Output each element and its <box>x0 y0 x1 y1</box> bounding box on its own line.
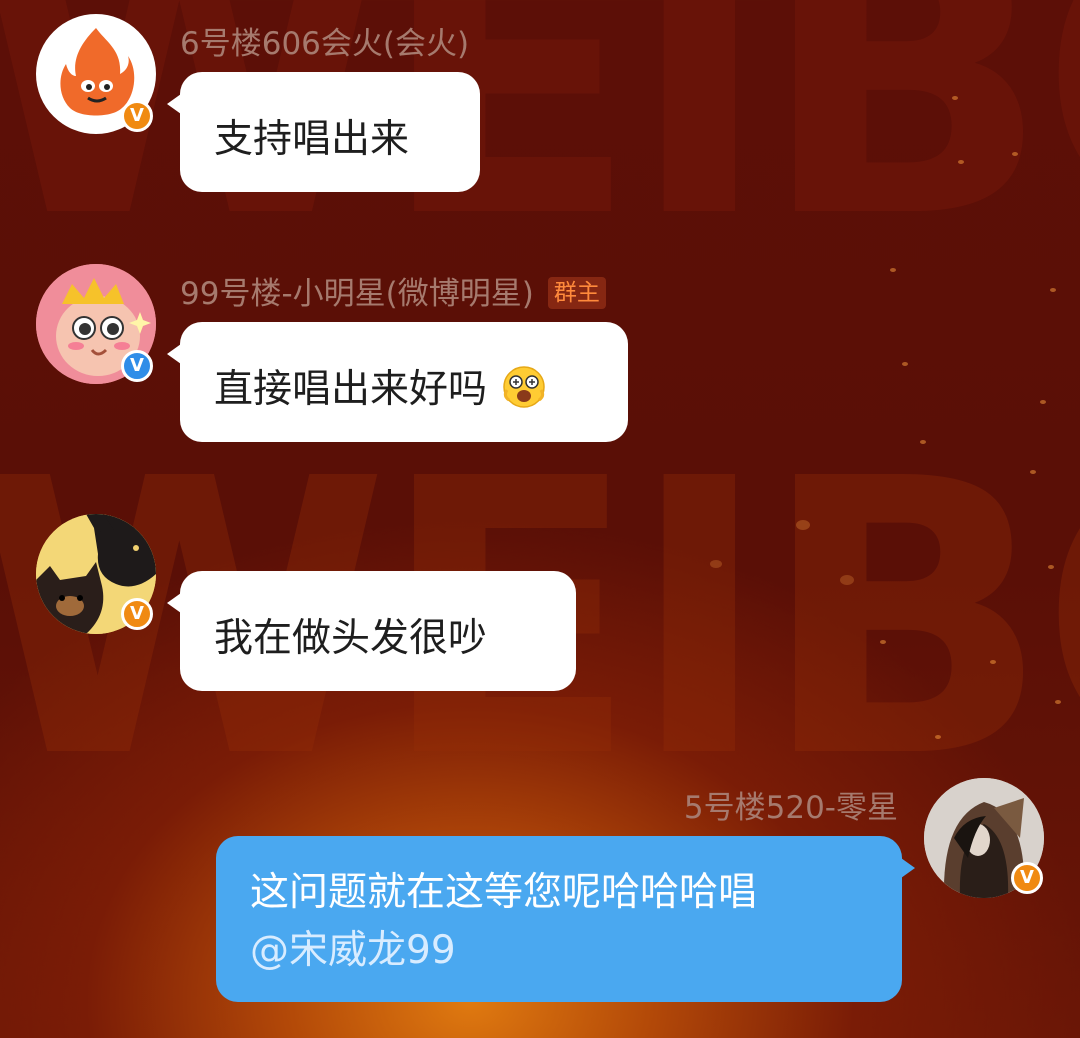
message-bubble[interactable]: 我在做头发很吵 <box>167 571 576 691</box>
verified-badge-icon: V <box>121 100 153 132</box>
verified-badge-icon: V <box>121 350 153 382</box>
message-bubble[interactable]: 支持唱出来 <box>167 72 480 192</box>
group-owner-tag: 群主 <box>547 277 606 309</box>
message-text: 这问题就在这等您呢哈哈哈唱 <box>250 870 758 915</box>
sender-name: 5号楼520-零星 <box>683 790 898 826</box>
message-bubble[interactable]: 这问题就在这等您呢哈哈哈唱 @宋威龙99 <box>216 836 915 1002</box>
verified-badge-icon: V <box>121 598 153 630</box>
message-text: 支持唱出来 <box>214 117 410 162</box>
message-text: 直接唱出来好吗 <box>214 367 488 412</box>
sender-name: 6号楼606会火(会火) <box>180 26 470 62</box>
mention-link[interactable]: @宋威龙99 <box>250 922 870 980</box>
message-bubble[interactable]: 直接唱出来好吗 <box>167 322 628 442</box>
star-eyes-emoji-icon <box>501 364 547 420</box>
sender-name: 99号楼-小明星(微博明星) 群主 <box>180 268 606 313</box>
verified-badge-icon: V <box>1011 862 1043 894</box>
message-row: V 6号楼606会火(会火) 支持唱出来 <box>0 0 1080 200</box>
message-text: 我在做头发很吵 <box>214 616 488 661</box>
sender-name-text: 99号楼-小明星(微博明星) <box>180 276 534 312</box>
